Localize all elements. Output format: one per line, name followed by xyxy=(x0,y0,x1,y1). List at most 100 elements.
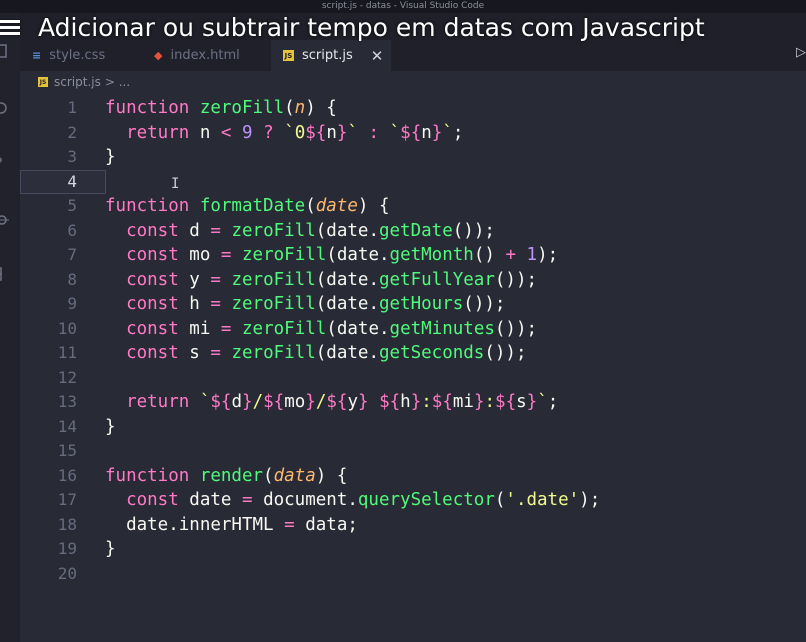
code-token: = xyxy=(220,318,232,339)
code-token: data xyxy=(273,465,316,486)
code-token: ( xyxy=(263,465,274,486)
code-token: ${ xyxy=(326,392,348,412)
code-text: const mi = zeroFill(date.getMinutes()); xyxy=(105,317,537,342)
close-icon[interactable]: ✕ xyxy=(371,47,384,65)
code-text: function zeroFill(n) { xyxy=(105,96,337,121)
tab-script-js[interactable]: JS script.js ✕ xyxy=(271,40,391,71)
code-token: / xyxy=(252,392,264,412)
code-text: const y = zeroFill(date.getFullYear()); xyxy=(105,268,537,293)
code-token: : xyxy=(484,392,496,412)
code-token: s xyxy=(178,343,211,363)
code-token: date.innerHTML xyxy=(105,514,285,535)
code-token: y xyxy=(178,269,211,290)
code-line[interactable]: 17 const date = document.querySelector('… xyxy=(20,488,806,513)
run-icon[interactable]: ▷ xyxy=(796,44,806,60)
code-token: const xyxy=(126,490,179,510)
code-line[interactable]: 9 const h = zeroFill(date.getHours()); xyxy=(20,292,806,317)
vscode-window: script.js - datas - Visual Studio Code ≡… xyxy=(0,0,806,642)
code-token: return xyxy=(126,122,190,143)
code-token: = xyxy=(241,490,253,510)
code-token: ${ xyxy=(495,392,517,412)
tab-index-html[interactable]: ◆ index.html xyxy=(154,40,274,71)
extensions-icon[interactable] xyxy=(0,265,10,281)
code-token: const xyxy=(126,245,179,265)
code-line[interactable]: 10 const mi = zeroFill(date.getMinutes()… xyxy=(20,317,806,342)
code-token: } xyxy=(526,392,538,412)
code-token: getDate xyxy=(378,220,453,241)
line-number: 12 xyxy=(57,367,77,387)
code-token: } xyxy=(105,416,116,437)
code-token: / xyxy=(315,392,327,412)
code-token: = xyxy=(210,294,221,314)
breadcrumb-rest[interactable]: > ... xyxy=(105,75,130,89)
code-token: n xyxy=(326,122,337,143)
code-token: ; xyxy=(452,122,464,143)
video-title: Adicionar ou subtrair tempo em datas com… xyxy=(38,12,705,42)
debug-icon[interactable] xyxy=(0,211,10,227)
breadcrumb-file[interactable]: script.js xyxy=(54,75,101,89)
tab-label: style.css xyxy=(49,48,106,63)
code-token: ` xyxy=(199,392,211,412)
code-token: h xyxy=(178,294,211,314)
code-text: const d = zeroFill(date.getDate()); xyxy=(105,219,495,244)
code-text: date.innerHTML = data; xyxy=(105,513,358,538)
code-token: s xyxy=(516,392,527,412)
code-token: ()); xyxy=(494,269,538,290)
code-token: ( xyxy=(305,196,316,216)
code-token: ()); xyxy=(452,220,495,241)
menu-icon[interactable] xyxy=(0,17,20,38)
video-title-overlay: Adicionar ou subtrair tempo em datas com… xyxy=(0,10,705,44)
code-token: = xyxy=(210,269,221,290)
code-token: : xyxy=(368,122,380,143)
line-number: 11 xyxy=(57,343,77,362)
js-file-icon: JS xyxy=(283,50,294,61)
code-line[interactable]: 11 const s = zeroFill(date.getSeconds())… xyxy=(20,341,806,366)
code-editor[interactable]: 1 function zeroFill(n) {2 return n < 9 ? … xyxy=(20,93,806,642)
explorer-icon[interactable] xyxy=(0,43,10,59)
code-token: '.date' xyxy=(505,490,580,510)
code-token: ${ xyxy=(431,392,453,412)
code-line[interactable]: 13 return `${d}/${mo}/${y} ${h}:${mi}:${… xyxy=(20,390,806,415)
tab-style-css[interactable]: ≡ style.css xyxy=(32,40,142,71)
code-token: (date. xyxy=(315,294,379,314)
code-token: zeroFill xyxy=(199,98,285,118)
code-line[interactable]: 14} xyxy=(20,415,806,440)
code-line[interactable]: 18 date.innerHTML = data; xyxy=(20,513,806,538)
code-text: const date = document.querySelector('.da… xyxy=(105,488,600,513)
code-line[interactable]: 15 xyxy=(20,439,806,464)
code-token: getMinutes xyxy=(389,318,495,339)
code-text: const s = zeroFill(date.getSeconds()); xyxy=(105,341,527,366)
code-line[interactable]: 6 const d = zeroFill(date.getDate()); xyxy=(20,219,806,244)
code-line[interactable]: 20 xyxy=(20,562,806,587)
code-token: ); xyxy=(579,490,601,510)
code-line[interactable]: 16 function render(data) { xyxy=(20,464,806,489)
code-line[interactable]: 2 return n < 9 ? `0${n}` : `${n}`; xyxy=(20,121,806,146)
code-line[interactable]: 1 function zeroFill(n) { xyxy=(20,96,806,121)
code-line[interactable]: 7 const mo = zeroFill(date.getMonth() + … xyxy=(20,243,806,268)
code-line[interactable]: 8 const y = zeroFill(date.getFullYear())… xyxy=(20,268,806,293)
code-token: getMonth xyxy=(389,245,474,265)
activity-bar xyxy=(0,13,21,642)
code-token: data; xyxy=(294,514,358,535)
source-control-icon[interactable] xyxy=(0,156,10,172)
code-line[interactable]: 19} xyxy=(20,537,806,562)
code-line[interactable]: 3} xyxy=(20,145,806,170)
code-line[interactable]: 4 xyxy=(20,169,806,195)
code-token: render xyxy=(199,465,264,486)
code-text: } xyxy=(105,145,116,170)
search-icon[interactable] xyxy=(0,101,10,117)
code-line[interactable]: 5 function formatDate(date) { xyxy=(20,194,806,219)
code-line[interactable]: 12 xyxy=(20,366,806,391)
code-token: ${ xyxy=(263,392,285,412)
code-token: ()); xyxy=(484,343,527,363)
code-token: : xyxy=(421,392,432,412)
code-token: `0 xyxy=(284,122,306,143)
